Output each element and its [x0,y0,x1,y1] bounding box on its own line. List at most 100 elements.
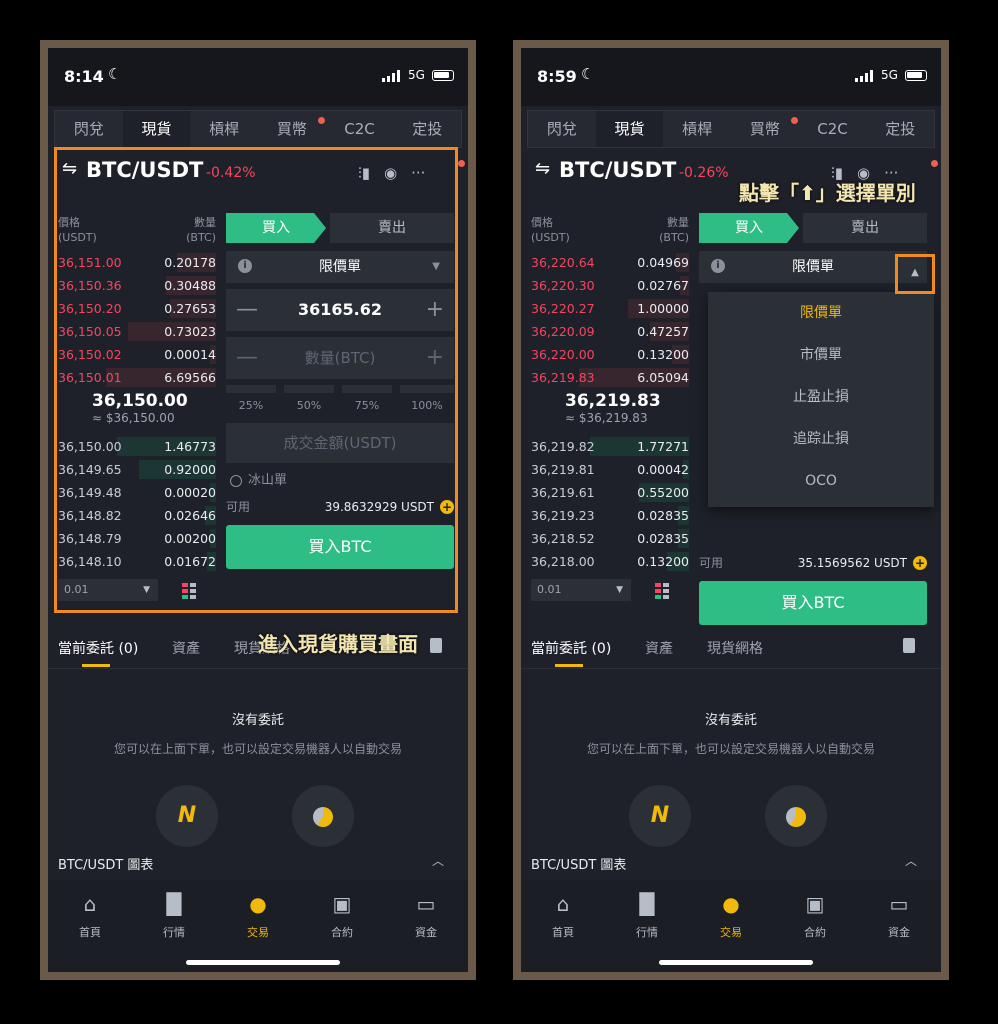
nav-trade[interactable]: ● 交易 [689,892,773,940]
chart-bar[interactable]: BTC/USDT 圖表 ︿ [48,846,468,880]
nav-wallet[interactable]: ▭ 資金 [857,892,941,940]
info-icon[interactable]: i [711,259,725,273]
tab-buy-crypto[interactable]: 買幣 [731,111,799,147]
ask-row[interactable]: 36,220.00 0.13200 [529,343,689,366]
pie-chart-icon[interactable] [765,785,827,847]
buy-tab[interactable]: 買入 [699,213,799,243]
available-value: 35.1569562 USDT [797,556,907,570]
status-bar: 8:14 ☾ 5G [48,48,468,106]
screenshot-frame-right: 8:59 ☾ 5G 閃兌 現貨 槓桿 買幣 C2C 定投 ⇋ BTC/USDT … [513,40,949,980]
ask-row[interactable]: 36,220.30 0.02767 [529,274,689,297]
tab-auto-invest[interactable]: 定投 [866,111,934,147]
nav-home[interactable]: ⌂ 首頁 [48,892,132,940]
document-icon[interactable] [903,638,915,653]
tab-c2c[interactable]: C2C [326,111,394,147]
last-price[interactable]: 36,219.83 ≈ $36,219.83 [529,389,689,435]
buy-btc-button[interactable]: 買入BTC [699,581,927,625]
row-qty: 0.13200 [637,554,689,569]
tab-assets[interactable]: 資產 [172,638,200,658]
swap-pair-icon[interactable]: ⇋ [535,158,550,179]
home-indicator [186,960,340,965]
n-logo-icon[interactable]: N [629,785,691,847]
order-book: 價格 (USDT) 數量 (BTC) 36,220.64 0.04969 36,220.… [529,213,689,607]
ask-row[interactable]: 36,220.64 0.04969 [529,251,689,274]
nav-futures[interactable]: ▣ 合約 [773,892,857,940]
tab-auto-invest[interactable]: 定投 [393,111,461,147]
nav-label: 行情 [163,926,185,939]
row-price: 36,218.52 [531,531,595,546]
nav-label: 行情 [636,926,658,939]
tab-buy-crypto[interactable]: 買幣 [258,111,326,147]
bottom-nav: ⌂ 首頁 ▐▌ 行情 ● 交易 ▣ 合約 ▭ 資金 [48,880,468,972]
highlight-box [54,147,458,613]
tab-open-orders[interactable]: 當前委託 (0) [531,638,611,658]
book-layout-icon[interactable] [653,581,675,599]
bid-row[interactable]: 36,219.81 0.00042 [529,458,689,481]
row-qty: 1.77271 [637,439,689,454]
tab-open-orders[interactable]: 當前委託 (0) [58,638,138,658]
pair-name[interactable]: BTC/USDT [559,158,676,182]
chevron-up-icon[interactable]: ︿ [905,852,917,869]
futures-icon: ▣ [332,892,352,916]
document-icon[interactable] [430,638,442,653]
option-stop-limit[interactable]: 止盈止損 [708,376,934,418]
tab-assets[interactable]: 資產 [645,638,673,658]
nav-home[interactable]: ⌂ 首頁 [521,892,605,940]
battery-icon [432,70,454,81]
tab-margin[interactable]: 槓桿 [663,111,731,147]
n-logo-icon[interactable]: N [156,785,218,847]
row-qty: 0.00042 [637,462,689,477]
row-price: 36,219.82 [531,439,595,454]
tab-spot[interactable]: 現貨 [122,111,191,147]
bid-row[interactable]: 36,219.61 0.55200 [529,481,689,504]
ask-row[interactable]: 36,220.27 1.00000 [529,297,689,320]
orders-tabs: 當前委託 (0) 資產 現貨網格 [521,626,941,667]
ask-row[interactable]: 36,219.83 6.05094 [529,366,689,389]
trade-icon: ● [722,892,740,916]
notification-dot [931,160,938,167]
bid-row[interactable]: 36,218.52 0.02835 [529,527,689,550]
order-type-select[interactable]: i 限價單 [699,251,927,283]
row-qty: 6.05094 [637,370,689,385]
option-market[interactable]: 市價單 [708,334,934,376]
status-time: 8:59 [537,67,577,86]
tab-spot-grid[interactable]: 現貨網格 [707,638,763,658]
tab-margin[interactable]: 槓桿 [190,111,258,147]
row-price: 36,219.83 [531,370,595,385]
add-funds-icon[interactable]: + [913,556,927,570]
highlight-caret-box[interactable]: ▲ [895,254,935,294]
order-type-dropdown: 限價單 市價單 止盈止損 追踪止損 OCO [708,292,934,507]
bid-row[interactable]: 36,218.00 0.13200 [529,550,689,573]
option-oco[interactable]: OCO [708,460,934,502]
empty-title: 沒有委託 [231,713,284,728]
nav-markets[interactable]: ▐▌ 行情 [132,892,216,940]
nav-trade[interactable]: ● 交易 [216,892,300,940]
chart-bar[interactable]: BTC/USDT 圖表 ︿ [521,846,941,880]
last-price-fiat: ≈ $36,219.83 [565,411,648,425]
nav-futures[interactable]: ▣ 合約 [300,892,384,940]
nav-markets[interactable]: ▐▌ 行情 [605,892,689,940]
bid-row[interactable]: 36,219.23 0.02835 [529,504,689,527]
bid-row[interactable]: 36,219.82 1.77271 [529,435,689,458]
tab-c2c[interactable]: C2C [799,111,867,147]
chevron-up-icon[interactable]: ︿ [432,852,444,869]
row-price: 36,219.61 [531,485,595,500]
pie-chart-icon[interactable] [292,785,354,847]
row-price: 36,220.30 [531,278,595,293]
option-trailing-stop[interactable]: 追踪止損 [708,418,934,460]
option-limit[interactable]: 限價單 [708,292,934,334]
status-time: 8:14 [64,67,104,86]
tab-convert[interactable]: 閃兌 [55,111,123,147]
nav-label: 首頁 [552,926,574,939]
tab-convert[interactable]: 閃兌 [528,111,596,147]
ask-row[interactable]: 36,220.09 0.47257 [529,320,689,343]
nav-label: 合約 [331,926,353,939]
nav-wallet[interactable]: ▭ 資金 [384,892,468,940]
tab-spot[interactable]: 現貨 [595,111,664,147]
annotation-text: 點擊「⬆」選擇單別 [739,181,916,205]
futures-icon: ▣ [805,892,825,916]
empty-subtitle: 您可以在上面下單，也可以設定交易機器人以自動交易 [113,742,402,756]
sell-tab[interactable]: 賣出 [803,213,927,243]
tick-size-select[interactable]: 0.01 ▼ [531,579,631,601]
order-type-value: 限價單 [792,259,834,275]
